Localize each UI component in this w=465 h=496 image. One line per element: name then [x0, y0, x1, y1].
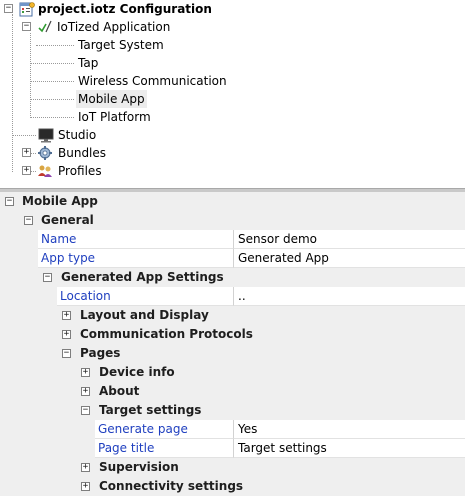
bundles-expand-button[interactable]: + [22, 148, 31, 157]
category-supervision-label: Supervision [99, 460, 179, 474]
property-location-label[interactable]: Location [57, 287, 233, 306]
application-collapse-button[interactable]: − [22, 22, 31, 31]
layout-display-expand-button[interactable]: + [62, 311, 71, 320]
connectivity-expand-button[interactable]: + [81, 482, 90, 491]
property-name-label[interactable]: Name [38, 230, 233, 249]
tree-connector [30, 63, 74, 64]
general-collapse-button[interactable]: − [24, 216, 33, 225]
category-target-settings: − Target settings [0, 401, 465, 420]
mobile-app-collapse-button[interactable]: − [5, 197, 14, 206]
category-about-label: About [99, 384, 140, 398]
category-about: + About [0, 382, 465, 401]
property-location-value[interactable]: .. [233, 287, 465, 306]
application-check-icon [37, 19, 53, 35]
studio-monitor-icon [38, 127, 54, 143]
tree-connector [36, 45, 74, 46]
target-settings-collapse-button[interactable]: − [81, 406, 90, 415]
category-general-label: General [41, 213, 94, 227]
property-name-value[interactable]: Sensor demo [233, 230, 465, 249]
property-page-title-label[interactable]: Page title [95, 439, 233, 458]
device-info-expand-button[interactable]: + [81, 368, 90, 377]
property-row-name: Name Sensor demo [0, 230, 465, 249]
property-app-type-value[interactable]: Generated App [233, 249, 465, 268]
tree-item-profiles[interactable]: Profiles [58, 162, 102, 180]
property-generate-page-value[interactable]: Yes [233, 420, 465, 439]
category-device-info: + Device info [0, 363, 465, 382]
category-generated-app-settings-label: Generated App Settings [61, 270, 224, 284]
profiles-expand-button[interactable]: + [22, 166, 31, 175]
tree-connector [30, 33, 31, 118]
category-target-settings-label: Target settings [99, 403, 202, 417]
tree-connector [12, 135, 36, 136]
tree-connector [30, 117, 74, 118]
category-supervision: + Supervision [0, 458, 465, 477]
property-row-generate-page: Generate page Yes [0, 420, 465, 439]
property-grid: − Mobile App − General Name Sensor demo … [0, 192, 465, 496]
tree-root-label[interactable]: project.iotz Configuration [38, 0, 212, 18]
category-general: − General [0, 211, 465, 230]
project-tree: − project.iotz Configuration − IoTized A… [0, 0, 465, 188]
pages-collapse-button[interactable]: − [62, 349, 71, 358]
supervision-expand-button[interactable]: + [81, 463, 90, 472]
category-layout-and-display: + Layout and Display [0, 306, 465, 325]
tree-connector [12, 14, 13, 172]
property-page-title-value[interactable]: Target settings [233, 439, 465, 458]
tree-item-target-system[interactable]: Target System [78, 36, 164, 54]
category-connectivity-settings: + Connectivity settings [0, 477, 465, 496]
root-collapse-button[interactable]: − [4, 4, 13, 13]
category-communication-protocols: + Communication Protocols [0, 325, 465, 344]
category-pages-label: Pages [80, 346, 121, 360]
profiles-people-icon [37, 163, 53, 179]
tree-item-bundles[interactable]: Bundles [58, 144, 106, 162]
category-device-info-label: Device info [99, 365, 175, 379]
tree-connector [30, 81, 74, 82]
category-layout-and-display-label: Layout and Display [80, 308, 209, 322]
property-row-page-title: Page title Target settings [0, 439, 465, 458]
category-mobile-app-label: Mobile App [22, 194, 98, 208]
category-mobile-app: − Mobile App [0, 192, 465, 211]
property-row-app-type: App type Generated App [0, 249, 465, 268]
property-row-location: Location .. [0, 287, 465, 306]
tree-item-iotized-application[interactable]: IoTized Application [57, 18, 170, 36]
category-connectivity-settings-label: Connectivity settings [99, 479, 244, 493]
category-communication-protocols-label: Communication Protocols [80, 327, 253, 341]
category-pages: − Pages [0, 344, 465, 363]
tree-item-studio[interactable]: Studio [58, 126, 96, 144]
category-generated-app-settings: − Generated App Settings [0, 268, 465, 287]
tree-connector [30, 99, 74, 100]
property-app-type-label[interactable]: App type [38, 249, 233, 268]
tree-item-wireless-communication[interactable]: Wireless Communication [78, 72, 227, 90]
project-config-icon [19, 1, 35, 17]
comm-protocols-expand-button[interactable]: + [62, 330, 71, 339]
tree-item-mobile-app[interactable]: Mobile App [76, 90, 147, 108]
property-generate-page-label[interactable]: Generate page [95, 420, 233, 439]
tree-item-tap[interactable]: Tap [78, 54, 98, 72]
about-expand-button[interactable]: + [81, 387, 90, 396]
tree-item-iot-platform[interactable]: IoT Platform [78, 108, 151, 126]
generated-settings-collapse-button[interactable]: − [43, 273, 52, 282]
bundles-gear-icon [37, 145, 53, 161]
